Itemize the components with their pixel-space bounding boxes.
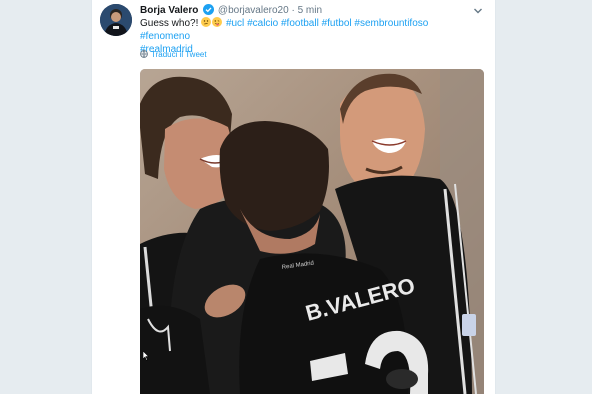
translate-tweet-link[interactable]: Traduci il Tweet (140, 50, 207, 60)
hashtag-calcio[interactable]: #calcio (247, 18, 278, 29)
chevron-down-icon[interactable] (472, 4, 484, 16)
tweet-header: Borja Valero @borjavalero20 · 5 min (140, 4, 322, 17)
hashtag-futbol[interactable]: #futbol (322, 18, 352, 29)
page-background-left (0, 0, 91, 394)
tweet-photo[interactable]: B.VALERO Real Madrid (140, 69, 484, 394)
hashtag-fenomeno[interactable]: #fenomeno (140, 31, 190, 42)
tweet-text-lead: Guess who?! (140, 18, 199, 29)
avatar[interactable] (100, 4, 132, 36)
globe-icon (140, 50, 148, 58)
emoji-thinking-icon (201, 17, 212, 27)
emoji-tongue-icon (212, 17, 223, 27)
tweet-card[interactable]: Borja Valero @borjavalero20 · 5 min Gues… (91, 0, 496, 394)
hashtag-football[interactable]: #football (281, 18, 319, 29)
separator: · (291, 5, 295, 16)
hashtag-sembrountifoso[interactable]: #sembrountifoso (354, 18, 428, 29)
verified-badge-icon (203, 4, 215, 15)
translate-label[interactable]: Traduci il Tweet (151, 50, 207, 59)
hashtag-ucl[interactable]: #ucl (226, 18, 244, 29)
page-background-right (496, 0, 592, 394)
author-name[interactable]: Borja Valero (140, 5, 198, 16)
mouse-cursor-icon (142, 348, 150, 361)
tweet-timestamp[interactable]: 5 min (298, 5, 322, 16)
author-handle[interactable]: @borjavalero20 (218, 5, 289, 16)
